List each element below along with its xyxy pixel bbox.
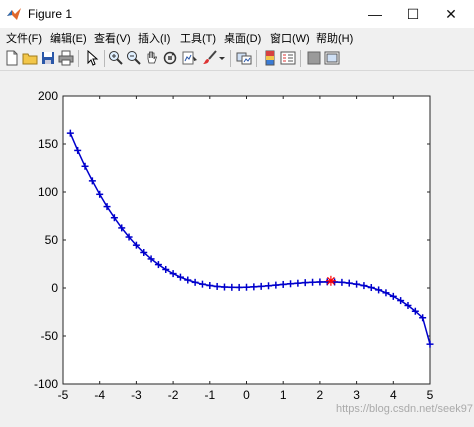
x-tick-label: 5 bbox=[427, 388, 434, 402]
toolbar-separator bbox=[300, 50, 301, 67]
print-icon[interactable] bbox=[58, 50, 74, 66]
y-tick-label: 100 bbox=[38, 185, 58, 199]
legend-icon[interactable] bbox=[280, 50, 296, 66]
figure-toolbar bbox=[0, 46, 474, 71]
axes-background bbox=[62, 95, 431, 385]
zoom-in-icon[interactable] bbox=[108, 50, 124, 66]
close-button[interactable]: ✕ bbox=[428, 0, 474, 28]
y-tick-label: 150 bbox=[38, 137, 58, 151]
toolbar-separator bbox=[104, 50, 105, 67]
y-tick-label: 200 bbox=[38, 89, 58, 103]
x-tick-labels: -5 -4 -3 -2 -1 0 1 2 3 4 5 bbox=[58, 388, 434, 402]
menu-insert[interactable]: 插入(I) bbox=[138, 30, 170, 46]
x-tick-label: 1 bbox=[280, 388, 287, 402]
open-file-icon[interactable] bbox=[22, 50, 38, 66]
menu-edit[interactable]: 编辑(E) bbox=[50, 30, 87, 46]
x-tick-label: -4 bbox=[94, 388, 105, 402]
matlab-logo-icon bbox=[7, 8, 21, 20]
toolbar-separator bbox=[78, 50, 79, 67]
x-tick-label: -1 bbox=[204, 388, 215, 402]
x-tick-label: 2 bbox=[317, 388, 324, 402]
x-tick-label: -5 bbox=[58, 388, 69, 402]
x-tick-label: 4 bbox=[390, 388, 397, 402]
x-tick-label: -2 bbox=[168, 388, 179, 402]
title-bar: Figure 1 — ☐ ✕ bbox=[0, 0, 474, 28]
save-icon[interactable] bbox=[40, 50, 56, 66]
menu-help[interactable]: 帮助(H) bbox=[316, 30, 353, 46]
show-plot-tools-icon[interactable] bbox=[324, 50, 340, 66]
menu-desktop[interactable]: 桌面(D) bbox=[224, 30, 261, 46]
y-tick-label: 0 bbox=[51, 281, 58, 295]
menu-file[interactable]: 文件(F) bbox=[6, 30, 42, 46]
y-tick-labels: -100 -50 0 50 100 150 200 bbox=[34, 89, 58, 391]
brush-icon[interactable] bbox=[202, 50, 218, 66]
rotate-3d-icon[interactable] bbox=[162, 50, 178, 66]
pan-hand-icon[interactable] bbox=[144, 50, 160, 66]
colorbar-icon[interactable] bbox=[262, 50, 278, 66]
menu-bar: 文件(F) 编辑(E) 查看(V) 插入(I) 工具(T) 桌面(D) 窗口(W… bbox=[0, 28, 474, 46]
figure-canvas: -5 -4 -3 -2 -1 0 1 2 3 4 5 -100 -50 0 50 100 150 200 htt… bbox=[0, 71, 474, 424]
y-tick-label: -50 bbox=[41, 329, 59, 343]
toolbar-separator bbox=[256, 50, 257, 67]
y-tick-label: 50 bbox=[45, 233, 59, 247]
new-figure-icon[interactable] bbox=[4, 50, 20, 66]
y-tick-label: -100 bbox=[34, 377, 58, 391]
x-tick-label: 0 bbox=[243, 388, 250, 402]
line-chart: -5 -4 -3 -2 -1 0 1 2 3 4 5 -100 -50 0 50 100 150 200 htt… bbox=[34, 89, 473, 415]
menu-view[interactable]: 查看(V) bbox=[94, 30, 131, 46]
chevron-down-icon[interactable] bbox=[218, 50, 226, 66]
x-tick-label: 3 bbox=[353, 388, 360, 402]
hide-plot-tools-icon[interactable] bbox=[306, 50, 322, 66]
link-plot-icon[interactable] bbox=[236, 50, 252, 66]
toolbar-separator bbox=[230, 50, 231, 67]
x-tick-label: -3 bbox=[131, 388, 142, 402]
menu-tools[interactable]: 工具(T) bbox=[180, 30, 216, 46]
window-title: Figure 1 bbox=[28, 7, 73, 21]
pointer-icon[interactable] bbox=[84, 50, 100, 66]
watermark-text: https://blog.csdn.net/seek97 bbox=[336, 403, 473, 415]
data-cursor-icon[interactable] bbox=[182, 50, 198, 66]
zoom-out-icon[interactable] bbox=[126, 50, 142, 66]
menu-window[interactable]: 窗口(W) bbox=[270, 30, 310, 46]
